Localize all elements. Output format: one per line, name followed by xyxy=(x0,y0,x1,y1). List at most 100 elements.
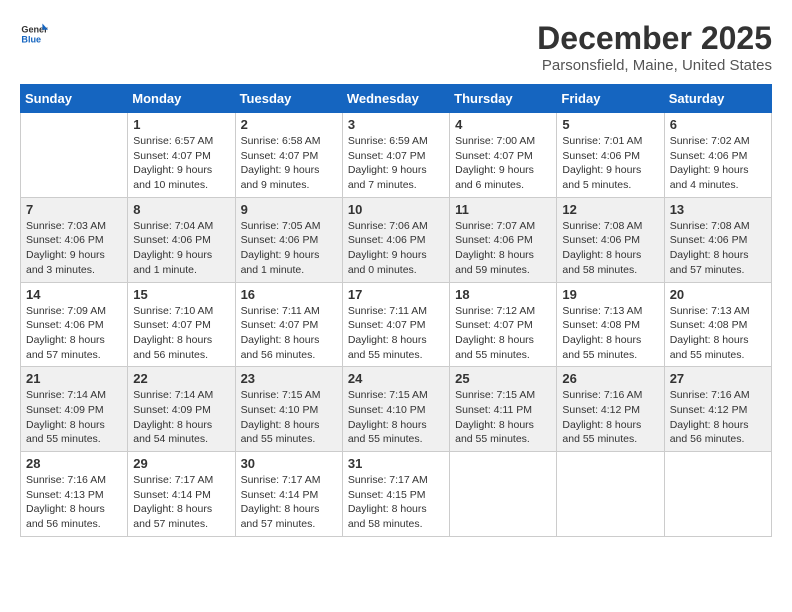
svg-text:Blue: Blue xyxy=(21,34,41,44)
day-number: 6 xyxy=(670,117,766,132)
day-info: Sunrise: 6:58 AM Sunset: 4:07 PM Dayligh… xyxy=(241,134,337,193)
calendar-cell: 17 Sunrise: 7:11 AM Sunset: 4:07 PM Dayli… xyxy=(342,282,449,367)
calendar-week-1: 1Sunrise: 6:57 AM Sunset: 4:07 PM Daylig… xyxy=(21,113,772,198)
calendar-cell: 12Sunrise: 7:08 AM Sunset: 4:06 PM Dayli… xyxy=(557,197,664,282)
day-info: Sunrise: 7:16 AM Sunset: 4:12 PM Dayligh… xyxy=(562,388,658,447)
calendar-cell: 31 Sunrise: 7:17 AM Sunset: 4:15 PM Dayli… xyxy=(342,452,449,537)
day-info: Sunrise: 7:04 AM Sunset: 4:06 PM Dayligh… xyxy=(133,219,229,278)
day-number: 11 xyxy=(455,202,551,217)
day-number: 26 xyxy=(562,371,658,386)
day-info: Sunrise: 7:06 AM Sunset: 4:06 PM Dayligh… xyxy=(348,219,444,278)
calendar-week-3: 14 Sunrise: 7:09 AM Sunset: 4:06 PM Dayli… xyxy=(21,282,772,367)
day-info: Sunrise: 7:02 AM Sunset: 4:06 PM Dayligh… xyxy=(670,134,766,193)
calendar-cell: 5 Sunrise: 7:01 AM Sunset: 4:06 PM Daylig… xyxy=(557,113,664,198)
calendar-cell xyxy=(21,113,128,198)
calendar-cell: 18 Sunrise: 7:12 AM Sunset: 4:07 PM Dayli… xyxy=(450,282,557,367)
calendar-cell: 2 Sunrise: 6:58 AM Sunset: 4:07 PM Daylig… xyxy=(235,113,342,198)
calendar-cell: 20 Sunrise: 7:13 AM Sunset: 4:08 PM Dayli… xyxy=(664,282,771,367)
calendar-cell: 19 Sunrise: 7:13 AM Sunset: 4:08 PM Dayli… xyxy=(557,282,664,367)
day-info: Sunrise: 7:10 AM Sunset: 4:07 PM Dayligh… xyxy=(133,304,229,363)
day-info: Sunrise: 7:14 AM Sunset: 4:09 PM Dayligh… xyxy=(133,388,229,447)
day-info: Sunrise: 6:59 AM Sunset: 4:07 PM Dayligh… xyxy=(348,134,444,193)
calendar-cell: 22Sunrise: 7:14 AM Sunset: 4:09 PM Dayli… xyxy=(128,367,235,452)
calendar-week-4: 21 Sunrise: 7:14 AM Sunset: 4:09 PM Dayli… xyxy=(21,367,772,452)
day-info: Sunrise: 7:11 AM Sunset: 4:07 PM Dayligh… xyxy=(348,304,444,363)
calendar-cell: 21 Sunrise: 7:14 AM Sunset: 4:09 PM Dayli… xyxy=(21,367,128,452)
day-number: 4 xyxy=(455,117,551,132)
day-number: 2 xyxy=(241,117,337,132)
calendar-cell: 24 Sunrise: 7:15 AM Sunset: 4:10 PM Dayli… xyxy=(342,367,449,452)
title-block: December 2025 Parsonsfield, Maine, Unite… xyxy=(537,20,772,74)
calendar-cell xyxy=(450,452,557,537)
day-info: Sunrise: 7:15 AM Sunset: 4:11 PM Dayligh… xyxy=(455,388,551,447)
day-number: 8 xyxy=(133,202,229,217)
calendar-cell: 6 Sunrise: 7:02 AM Sunset: 4:06 PM Daylig… xyxy=(664,113,771,198)
calendar-cell: 8 Sunrise: 7:04 AM Sunset: 4:06 PM Daylig… xyxy=(128,197,235,282)
day-info: Sunrise: 7:14 AM Sunset: 4:09 PM Dayligh… xyxy=(26,388,122,447)
calendar-cell: 26 Sunrise: 7:16 AM Sunset: 4:12 PM Dayli… xyxy=(557,367,664,452)
calendar-cell: 13Sunrise: 7:08 AM Sunset: 4:06 PM Dayli… xyxy=(664,197,771,282)
calendar-cell: 29 Sunrise: 7:17 AM Sunset: 4:14 PM Dayli… xyxy=(128,452,235,537)
day-number: 29 xyxy=(133,456,229,471)
calendar-cell: 30 Sunrise: 7:17 AM Sunset: 4:14 PM Dayli… xyxy=(235,452,342,537)
day-info: Sunrise: 7:16 AM Sunset: 4:12 PM Dayligh… xyxy=(670,388,766,447)
day-info: Sunrise: 7:13 AM Sunset: 4:08 PM Dayligh… xyxy=(670,304,766,363)
calendar-cell: 25 Sunrise: 7:15 AM Sunset: 4:11 PM Dayli… xyxy=(450,367,557,452)
weekday-header-wednesday: Wednesday xyxy=(342,85,449,113)
calendar-cell: 7Sunrise: 7:03 AM Sunset: 4:06 PM Daylig… xyxy=(21,197,128,282)
day-info: Sunrise: 7:17 AM Sunset: 4:14 PM Dayligh… xyxy=(241,473,337,532)
calendar-table: SundayMondayTuesdayWednesdayThursdayFrid… xyxy=(20,84,772,537)
logo: General Blue xyxy=(20,20,48,48)
weekday-header-saturday: Saturday xyxy=(664,85,771,113)
day-number: 21 xyxy=(26,371,122,386)
day-info: Sunrise: 7:15 AM Sunset: 4:10 PM Dayligh… xyxy=(241,388,337,447)
day-number: 28 xyxy=(26,456,122,471)
calendar-cell: 11Sunrise: 7:07 AM Sunset: 4:06 PM Dayli… xyxy=(450,197,557,282)
day-number: 7 xyxy=(26,202,122,217)
day-number: 18 xyxy=(455,287,551,302)
calendar-cell xyxy=(664,452,771,537)
day-info: Sunrise: 7:01 AM Sunset: 4:06 PM Dayligh… xyxy=(562,134,658,193)
day-number: 16 xyxy=(241,287,337,302)
calendar-cell: 3 Sunrise: 6:59 AM Sunset: 4:07 PM Daylig… xyxy=(342,113,449,198)
day-info: Sunrise: 7:17 AM Sunset: 4:14 PM Dayligh… xyxy=(133,473,229,532)
day-info: Sunrise: 7:12 AM Sunset: 4:07 PM Dayligh… xyxy=(455,304,551,363)
calendar-cell: 23 Sunrise: 7:15 AM Sunset: 4:10 PM Dayli… xyxy=(235,367,342,452)
calendar-cell: 10 Sunrise: 7:06 AM Sunset: 4:06 PM Dayli… xyxy=(342,197,449,282)
day-info: Sunrise: 7:15 AM Sunset: 4:10 PM Dayligh… xyxy=(348,388,444,447)
day-number: 15 xyxy=(133,287,229,302)
day-info: Sunrise: 7:05 AM Sunset: 4:06 PM Dayligh… xyxy=(241,219,337,278)
calendar-cell: 14 Sunrise: 7:09 AM Sunset: 4:06 PM Dayli… xyxy=(21,282,128,367)
day-number: 19 xyxy=(562,287,658,302)
day-number: 3 xyxy=(348,117,444,132)
day-info: Sunrise: 7:09 AM Sunset: 4:06 PM Dayligh… xyxy=(26,304,122,363)
logo-icon: General Blue xyxy=(20,20,48,48)
month-title: December 2025 xyxy=(537,20,772,57)
day-info: Sunrise: 7:11 AM Sunset: 4:07 PM Dayligh… xyxy=(241,304,337,363)
location-title: Parsonsfield, Maine, United States xyxy=(537,57,772,74)
day-number: 25 xyxy=(455,371,551,386)
weekday-header-sunday: Sunday xyxy=(21,85,128,113)
day-info: Sunrise: 7:17 AM Sunset: 4:15 PM Dayligh… xyxy=(348,473,444,532)
day-number: 10 xyxy=(348,202,444,217)
day-number: 17 xyxy=(348,287,444,302)
calendar-cell: 1Sunrise: 6:57 AM Sunset: 4:07 PM Daylig… xyxy=(128,113,235,198)
day-number: 31 xyxy=(348,456,444,471)
day-number: 13 xyxy=(670,202,766,217)
day-number: 1 xyxy=(133,117,229,132)
day-info: Sunrise: 7:13 AM Sunset: 4:08 PM Dayligh… xyxy=(562,304,658,363)
day-info: Sunrise: 7:00 AM Sunset: 4:07 PM Dayligh… xyxy=(455,134,551,193)
day-number: 30 xyxy=(241,456,337,471)
day-number: 5 xyxy=(562,117,658,132)
calendar-cell: 9Sunrise: 7:05 AM Sunset: 4:06 PM Daylig… xyxy=(235,197,342,282)
weekday-header-monday: Monday xyxy=(128,85,235,113)
day-number: 23 xyxy=(241,371,337,386)
day-number: 14 xyxy=(26,287,122,302)
calendar-cell: 4 Sunrise: 7:00 AM Sunset: 4:07 PM Daylig… xyxy=(450,113,557,198)
calendar-cell: 27Sunrise: 7:16 AM Sunset: 4:12 PM Dayli… xyxy=(664,367,771,452)
day-number: 24 xyxy=(348,371,444,386)
day-number: 20 xyxy=(670,287,766,302)
calendar-week-5: 28Sunrise: 7:16 AM Sunset: 4:13 PM Dayli… xyxy=(21,452,772,537)
calendar-cell xyxy=(557,452,664,537)
calendar-week-2: 7Sunrise: 7:03 AM Sunset: 4:06 PM Daylig… xyxy=(21,197,772,282)
